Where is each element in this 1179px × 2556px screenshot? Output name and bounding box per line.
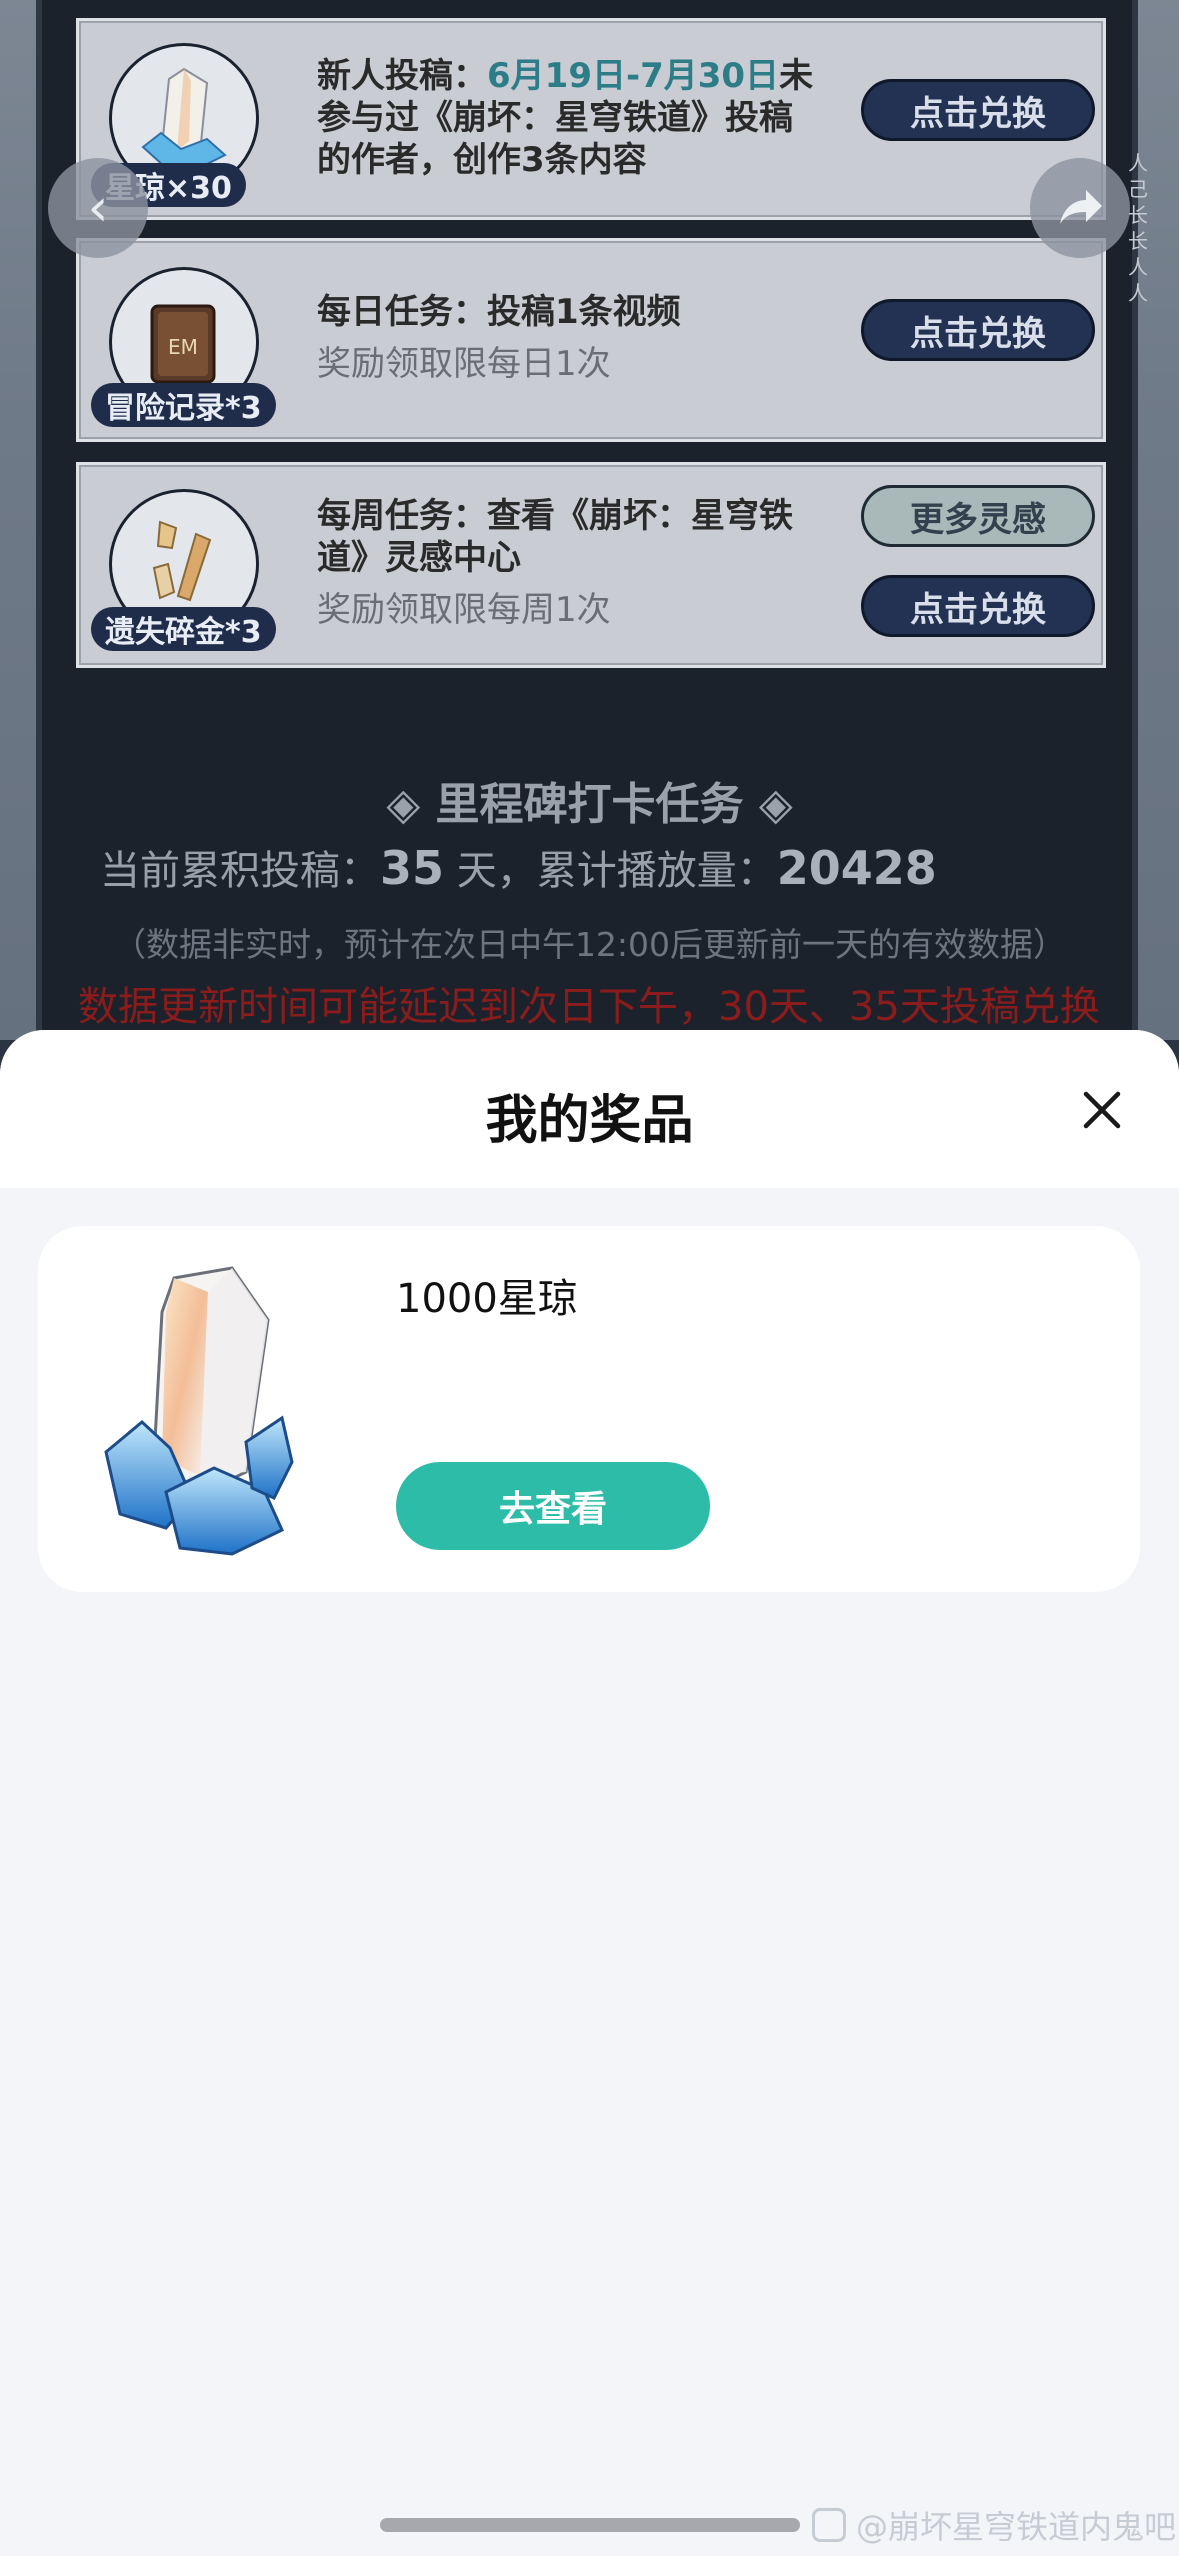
redeem-button[interactable]: 点击兑换 [861, 79, 1095, 141]
watermark: @崩坏星穹铁道内鬼吧 [812, 2502, 1176, 2548]
task-card-newcomer: 星琼×30 新人投稿：6月19日-7月30日未 参与过《崩坏：星穹铁道》投稿 的… [76, 18, 1106, 220]
close-icon[interactable] [1080, 1088, 1124, 1132]
watermark-logo-icon [812, 2508, 846, 2542]
view-prize-button[interactable]: 去查看 [396, 1462, 710, 1550]
task-subtitle: 奖励领取限每日1次 [317, 344, 611, 384]
task-desc-line: 参与过《崩坏：星穹铁道》投稿 [317, 98, 793, 138]
task-card-weekly: 遗失碎金*3 每周任务：查看《崩坏：星穹铁 道》灵感中心 奖励领取限每周1次 更… [76, 462, 1106, 668]
watermark-text: @崩坏星穹铁道内鬼吧 [856, 2508, 1177, 2546]
home-indicator[interactable] [380, 2518, 800, 2532]
task-title: 新人投稿：6月19日-7月30日未 [317, 56, 814, 96]
prize-card: 1000星琼 去查看 [38, 1226, 1140, 1592]
more-inspiration-button[interactable]: 更多灵感 [861, 485, 1095, 547]
data-note: （数据非实时，预计在次日中午12:00后更新前一天的有效数据） [112, 925, 1067, 964]
back-arrow-icon[interactable]: ‹ [48, 158, 148, 258]
milestone-title: ◈ 里程碑打卡任务 ◈ [386, 779, 793, 830]
reward-badge: 遗失碎金*3 [91, 607, 276, 651]
reward-badge: 冒险记录*3 [91, 383, 276, 427]
redeem-button[interactable]: 点击兑换 [861, 299, 1095, 361]
prize-name: 1000星琼 [396, 1276, 578, 1322]
share-icon[interactable] [1030, 158, 1130, 258]
task-desc-line: 的作者，创作3条内容 [317, 140, 647, 180]
star-jade-crystal-image [96, 1262, 296, 1558]
sheet-title: 我的奖品 [485, 1091, 694, 1151]
my-prizes-sheet: 我的奖品 1000星琼 去查看 [0, 1030, 1179, 2556]
redeem-button[interactable]: 点击兑换 [861, 575, 1095, 637]
task-subtitle: 奖励领取限每周1次 [317, 590, 611, 630]
warning-text: 数据更新时间可能延迟到次日下午，30天、35天投稿兑换 [78, 984, 1100, 1030]
task-title: 道》灵感中心 [317, 538, 521, 578]
sheet-header: 我的奖品 [0, 1030, 1179, 1188]
background-page: 星琼×30 新人投稿：6月19日-7月30日未 参与过《崩坏：星穹铁道》投稿 的… [0, 0, 1179, 1040]
svg-text:EM: EM [168, 335, 198, 359]
cumulative-stats: 当前累积投稿：35 天，累计播放量：20428 [100, 841, 937, 895]
task-title: 每日任务：投稿1条视频 [317, 292, 681, 332]
task-title: 每周任务：查看《崩坏：星穹铁 [317, 496, 793, 536]
side-vertical-text: 人己长长人人 [1128, 151, 1148, 305]
task-card-daily: EM 冒险记录*3 每日任务：投稿1条视频 奖励领取限每日1次 点击兑换 [76, 238, 1106, 442]
